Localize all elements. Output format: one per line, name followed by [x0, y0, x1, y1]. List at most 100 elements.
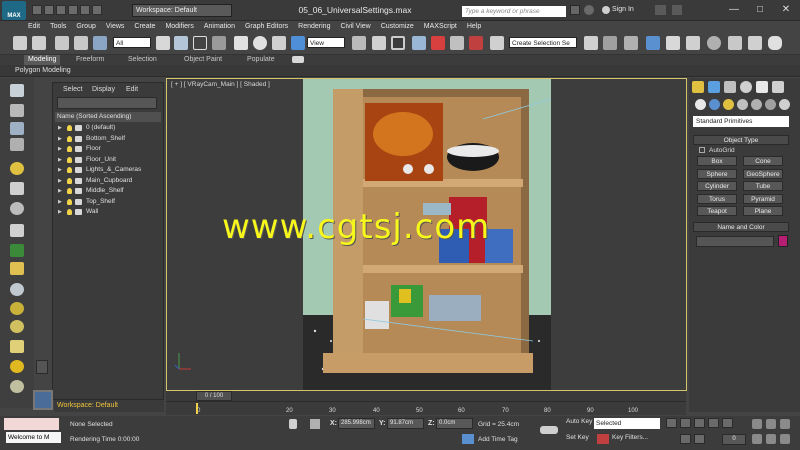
app-logo-icon[interactable]: MAX — [2, 1, 26, 20]
explorer-row[interactable]: ▶ Wall — [55, 207, 161, 217]
expand-icon[interactable]: ▶ — [58, 197, 62, 207]
undo-arrow-icon[interactable] — [13, 36, 27, 50]
visibility-bulb-icon[interactable] — [67, 135, 72, 142]
visibility-bulb-icon[interactable] — [67, 167, 72, 173]
y-coord-field[interactable]: 91.87cm — [387, 418, 424, 429]
visibility-bulb-icon[interactable] — [67, 209, 72, 215]
menu-maxscript[interactable]: MAXScript — [424, 23, 457, 30]
ribbon-tab-populate[interactable]: Populate — [243, 55, 279, 65]
menu-customize[interactable]: Customize — [381, 23, 414, 30]
explorer-find-input[interactable] — [57, 97, 157, 109]
menu-group[interactable]: Group — [76, 23, 95, 30]
ribbon-tab-freeform[interactable]: Freeform — [72, 55, 108, 65]
expand-icon[interactable]: ▶ — [58, 186, 62, 196]
edit-named-selection-icon[interactable] — [490, 36, 504, 50]
expand-icon[interactable]: ▶ — [58, 207, 62, 217]
polygon-modeling-label[interactable]: Polygon Modeling — [15, 67, 71, 74]
panel-icon[interactable] — [10, 122, 24, 135]
render-setup-icon[interactable] — [728, 36, 742, 50]
menu-help[interactable]: Help — [467, 23, 481, 30]
explorer-column-header[interactable]: Name (Sorted Ascending) — [55, 112, 161, 122]
menu-civil-view[interactable]: Civil View — [340, 23, 370, 30]
zoom-icon[interactable] — [752, 419, 762, 429]
move-icon[interactable] — [234, 36, 248, 50]
create-tab-icon[interactable] — [692, 81, 704, 93]
select-by-name-icon[interactable] — [174, 36, 188, 50]
key-mode-dropdown[interactable]: Selected — [594, 418, 660, 429]
material-editor-icon[interactable] — [707, 36, 721, 50]
torus-button[interactable]: Torus — [697, 193, 737, 204]
sun-icon[interactable] — [10, 360, 24, 373]
project-folder-icon[interactable] — [92, 5, 102, 15]
play-icon[interactable] — [694, 418, 705, 428]
teapot-button[interactable]: Teapot — [697, 206, 737, 216]
schematic-view-icon[interactable] — [686, 36, 700, 50]
bind-space-warp-icon[interactable] — [93, 36, 107, 50]
ribbon-tab-selection[interactable]: Selection — [124, 55, 161, 65]
angle-snap-icon[interactable] — [431, 36, 445, 50]
material-icon[interactable] — [10, 262, 24, 275]
zoom-extents-icon[interactable] — [780, 419, 790, 429]
hierarchy-tab-icon[interactable] — [724, 81, 736, 93]
x-coord-field[interactable]: 285.998cm — [338, 418, 375, 429]
visibility-bulb-icon[interactable] — [67, 177, 72, 184]
layer-manager-icon[interactable] — [624, 36, 638, 50]
z-coord-field[interactable]: 0.0cm — [436, 418, 473, 429]
selection-lock-icon[interactable] — [289, 419, 297, 429]
window-crossing-icon[interactable] — [212, 36, 226, 50]
new-file-icon[interactable] — [32, 5, 42, 15]
help-icon[interactable] — [672, 5, 682, 15]
exchange-icon[interactable] — [655, 5, 666, 15]
orbit-icon[interactable] — [780, 434, 790, 444]
expand-icon[interactable]: ▶ — [58, 144, 62, 154]
object-type-title[interactable]: Object Type — [693, 135, 789, 145]
cone-button[interactable]: Cone — [743, 156, 783, 166]
explorer-row[interactable]: ▶ Floor — [55, 144, 161, 154]
expand-icon[interactable]: ▶ — [58, 176, 62, 186]
maxscript-output[interactable]: Welcome to M — [6, 432, 61, 443]
visibility-bulb-icon[interactable] — [67, 125, 72, 131]
sphere-button[interactable]: Sphere — [697, 168, 737, 179]
dot-icon[interactable] — [10, 380, 24, 393]
maximize-button[interactable]: □ — [748, 1, 772, 18]
shapes-icon[interactable] — [709, 99, 720, 110]
expand-icon[interactable]: ▶ — [58, 134, 62, 144]
name-and-color-title[interactable]: Name and Color — [693, 222, 789, 232]
explorer-row[interactable]: ▶ Middle_Shelf — [55, 186, 161, 196]
cylinder-button[interactable]: Cylinder — [697, 181, 737, 191]
auto-key-button[interactable]: Auto Key — [566, 418, 592, 425]
link-icon[interactable] — [55, 36, 69, 50]
ribbon-toggle-icon[interactable] — [292, 56, 304, 63]
display-tab-icon[interactable] — [756, 81, 768, 93]
rendered-frame-window-icon[interactable] — [748, 36, 762, 50]
explorer-row[interactable]: ▶ Lights_&_Cameras — [55, 165, 161, 175]
absolute-mode-icon[interactable] — [310, 419, 320, 429]
object-color-swatch[interactable] — [778, 235, 788, 247]
expand-icon[interactable]: ▶ — [58, 165, 62, 175]
go-to-end-icon[interactable] — [722, 418, 733, 428]
menu-edit[interactable]: Edit — [28, 23, 40, 30]
object-name-input[interactable] — [696, 236, 774, 247]
current-frame-field[interactable]: 0 — [722, 434, 746, 445]
explorer-row[interactable]: ▶ Main_Cupboard — [55, 176, 161, 186]
zoom-all-icon[interactable] — [766, 419, 776, 429]
percent-snap-icon[interactable] — [450, 36, 464, 50]
plant-icon[interactable] — [10, 244, 24, 257]
menu-tools[interactable]: Tools — [50, 23, 66, 30]
hemisphere-icon[interactable] — [10, 302, 24, 315]
time-tag-icon[interactable] — [462, 434, 474, 444]
key-mode-toggle-icon[interactable] — [680, 434, 691, 444]
visibility-bulb-icon[interactable] — [67, 188, 72, 194]
selection-filter-dropdown[interactable]: All — [113, 37, 151, 48]
explorer-menu-select[interactable]: Select — [63, 86, 82, 93]
open-file-icon[interactable] — [44, 5, 54, 15]
scale-icon[interactable] — [272, 36, 286, 50]
explorer-menu-display[interactable]: Display — [92, 86, 115, 93]
workspace-selector[interactable]: Workspace: Default — [54, 400, 164, 412]
ribbon-tab-object-paint[interactable]: Object Paint — [180, 55, 226, 65]
redo-arrow-icon[interactable] — [32, 36, 46, 50]
explorer-toggle-icon[interactable] — [33, 390, 53, 410]
track-bar[interactable]: 0 20 30 40 50 60 70 80 90 100 — [166, 401, 686, 415]
mirror-icon[interactable] — [584, 36, 598, 50]
space-warps-icon[interactable] — [765, 99, 776, 110]
